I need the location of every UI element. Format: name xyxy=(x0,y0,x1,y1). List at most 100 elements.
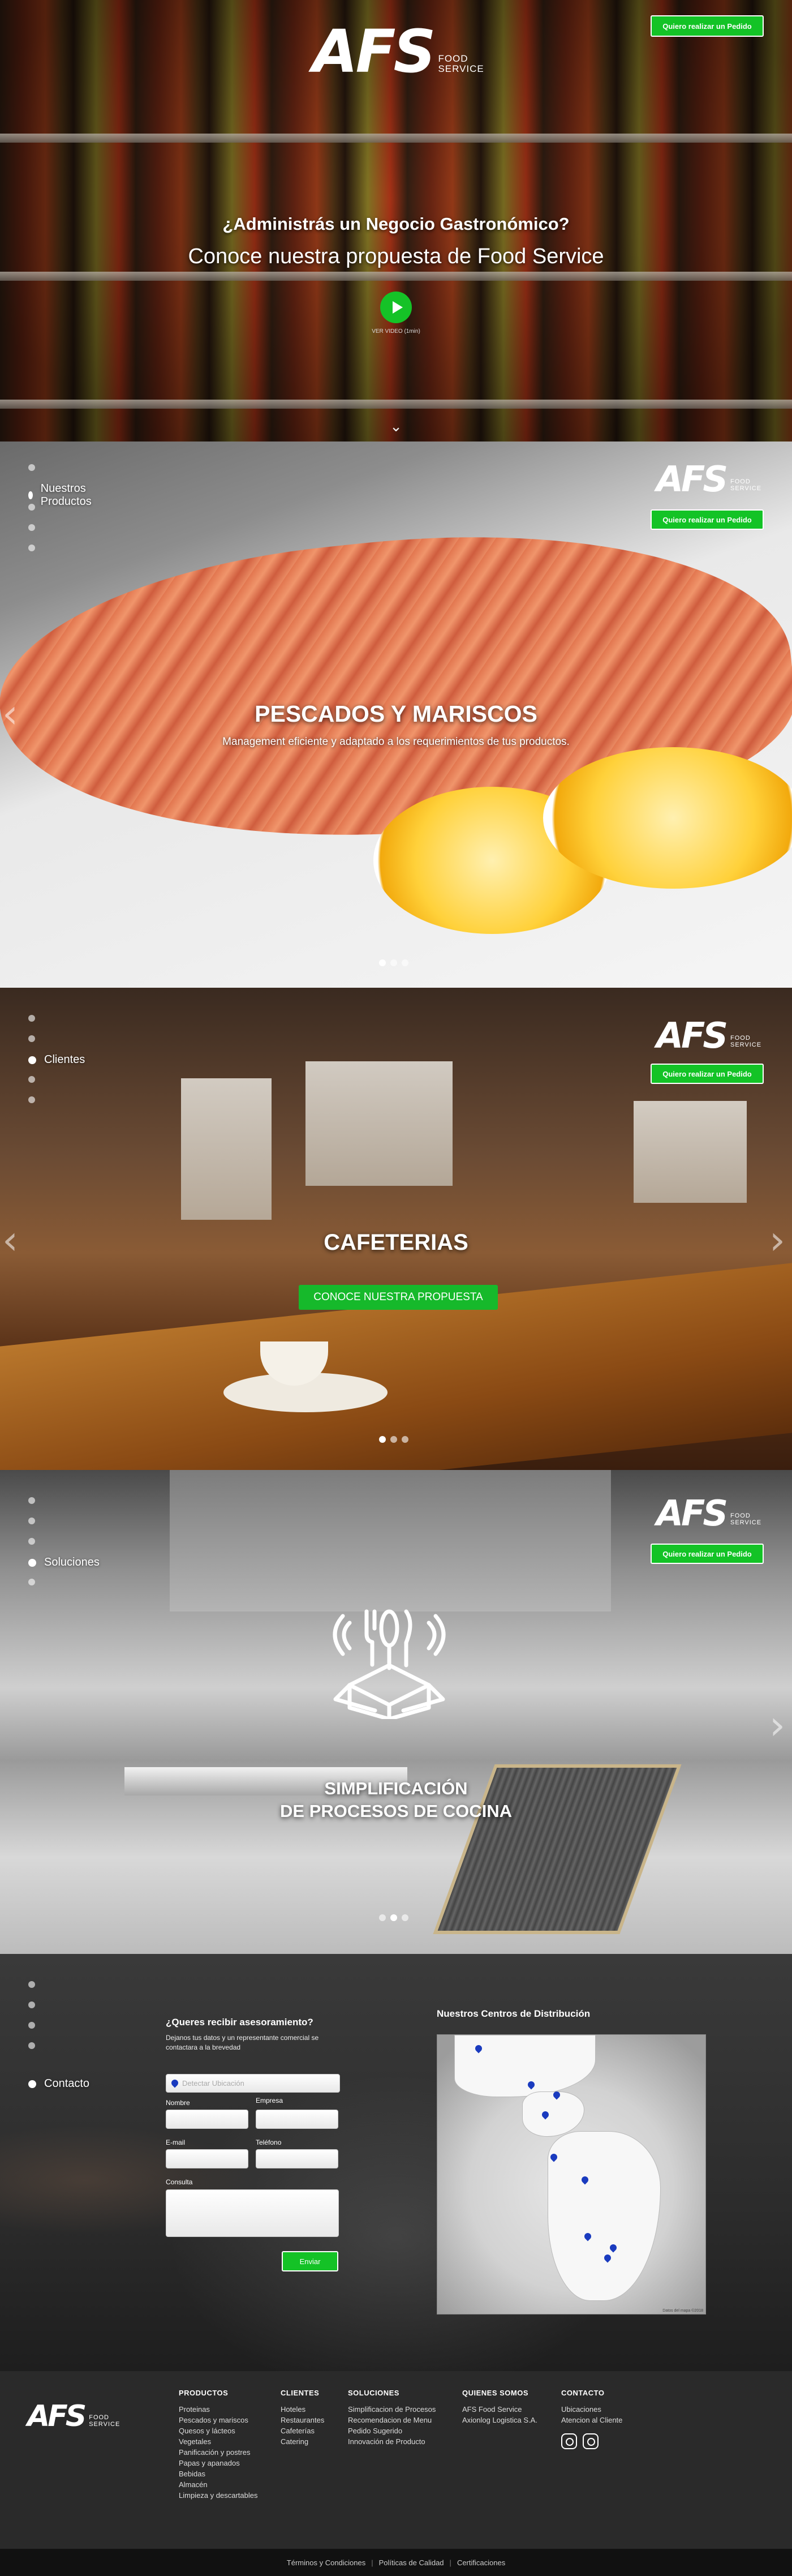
section-side-nav: Contacto xyxy=(28,1981,89,2090)
terms-link[interactable]: Términos y Condiciones xyxy=(287,2558,365,2567)
slide-pager xyxy=(379,959,408,966)
afs-logo[interactable]: AFS FOOD SERVICE xyxy=(656,1015,761,1056)
kitchen-tools-box-icon xyxy=(333,1609,446,1719)
footer-link[interactable]: Cafeterías xyxy=(281,2425,324,2436)
footer-link[interactable]: Panificación y postres xyxy=(179,2447,257,2458)
nav-dot[interactable] xyxy=(28,1497,35,1504)
instagram-icon[interactable] xyxy=(561,2433,577,2449)
footer-link[interactable]: Almacén xyxy=(179,2479,257,2490)
nav-item-contact[interactable]: Contacto xyxy=(28,2077,89,2090)
nav-item-clients[interactable]: Clientes xyxy=(28,1053,85,1066)
email-input[interactable] xyxy=(166,2149,248,2168)
chevron-left-icon[interactable]: ‹ xyxy=(2,1217,18,1263)
send-button[interactable]: Enviar xyxy=(282,2251,338,2271)
footer-link[interactable]: Proteinas xyxy=(179,2404,257,2415)
footer-link[interactable]: Catering xyxy=(281,2436,324,2447)
footer-link[interactable]: Ubicaciones xyxy=(561,2404,622,2415)
afs-logo[interactable]: AFS FOOD SERVICE xyxy=(656,458,761,500)
pager-dot[interactable] xyxy=(390,1914,397,1921)
form-description: Dejanos tus datos y un representante com… xyxy=(166,2034,319,2051)
chevron-right-icon[interactable]: › xyxy=(769,1217,785,1263)
footer-link[interactable]: Pedido Sugerido xyxy=(348,2425,436,2436)
order-button[interactable]: Quiero realizar un Pedido xyxy=(651,1064,764,1084)
footer-column-clients: CLIENTES Hoteles Restaurantes Cafeterías… xyxy=(281,2389,325,2447)
footer-link[interactable]: Recomendacion de Menu xyxy=(348,2415,436,2425)
nav-dot[interactable] xyxy=(28,1035,35,1042)
footer-link[interactable]: Axionlog Logistica S.A. xyxy=(462,2415,537,2425)
nav-dot[interactable] xyxy=(28,2022,35,2029)
view-proposal-button[interactable]: CONOCE NUESTRA PROPUESTA xyxy=(299,1285,498,1310)
footer-column-contact: CONTACTO Ubicaciones Atencion al Cliente xyxy=(561,2372,622,2449)
phone-input[interactable] xyxy=(256,2149,338,2168)
footer-link[interactable]: Restaurantes xyxy=(281,2415,324,2425)
legal-bar: Términos y Condiciones | Políticas de Ca… xyxy=(0,2549,792,2576)
products-section: Nuestros Productos AFS FOOD SERVICE Quie… xyxy=(0,442,792,988)
footer-link[interactable]: Limpieza y descartables xyxy=(179,2490,257,2501)
afs-logo[interactable]: AFS FOOD SERVICE xyxy=(27,2399,120,2433)
footer-link[interactable]: AFS Food Service xyxy=(462,2404,537,2415)
form-title: ¿Queres recibir asesoramiento? xyxy=(166,2017,313,2028)
nav-dot[interactable] xyxy=(28,1096,35,1103)
afs-logo[interactable]: AFS FOOD SERVICE xyxy=(312,17,484,86)
quality-policy-link[interactable]: Políticas de Calidad xyxy=(379,2558,444,2567)
pager-dot[interactable] xyxy=(390,959,397,966)
footer-link[interactable]: Hoteles xyxy=(281,2404,324,2415)
footer-link[interactable]: Simplificacion de Procesos xyxy=(348,2404,436,2415)
pager-dot[interactable] xyxy=(402,1436,408,1443)
pager-dot[interactable] xyxy=(379,1436,386,1443)
location-input[interactable]: Detectar Ubicación xyxy=(166,2074,340,2093)
window-image xyxy=(305,1061,453,1186)
company-input[interactable] xyxy=(256,2110,338,2129)
nav-dot[interactable] xyxy=(28,1076,35,1083)
map-land-north xyxy=(454,2035,596,2097)
section-side-nav: Soluciones xyxy=(28,1497,100,1599)
order-button[interactable]: Quiero realizar un Pedido xyxy=(651,15,764,37)
nav-dot[interactable] xyxy=(28,524,35,531)
facebook-icon[interactable] xyxy=(583,2433,599,2449)
query-textarea[interactable] xyxy=(166,2189,339,2237)
kitchen-hood-image xyxy=(170,1470,611,1611)
chevron-left-icon[interactable]: ‹ xyxy=(2,691,18,737)
slide-title-line-2: DE PROCESOS DE COCINA xyxy=(280,1801,512,1821)
footer-link[interactable]: Quesos y lácteos xyxy=(179,2425,257,2436)
pager-dot[interactable] xyxy=(379,1914,386,1921)
nav-item-solutions[interactable]: Soluciones xyxy=(28,1556,100,1569)
order-button[interactable]: Quiero realizar un Pedido xyxy=(651,1544,764,1564)
section-side-nav: Nuestros Productos xyxy=(28,464,92,565)
pager-dot[interactable] xyxy=(390,1436,397,1443)
distribution-map[interactable]: Datos del mapa ©2018 xyxy=(437,2034,706,2314)
nav-dot[interactable] xyxy=(28,1015,35,1022)
footer-link[interactable]: Atencion al Cliente xyxy=(561,2415,622,2425)
chevron-down-icon[interactable]: ⌄ xyxy=(388,418,404,435)
nav-item-products[interactable]: Nuestros Productos xyxy=(28,482,95,508)
chevron-right-icon[interactable]: › xyxy=(769,1702,785,1748)
order-button[interactable]: Quiero realizar un Pedido xyxy=(651,509,764,530)
nav-dot[interactable] xyxy=(28,1579,35,1585)
footer-link[interactable]: Bebidas xyxy=(179,2468,257,2479)
certifications-link[interactable]: Certificaciones xyxy=(457,2558,505,2567)
jar-lids-row xyxy=(0,272,792,281)
nav-dot[interactable] xyxy=(28,1981,35,1988)
footer-link[interactable]: Vegetales xyxy=(179,2436,257,2447)
footer-link[interactable]: Innovación de Producto xyxy=(348,2436,436,2447)
nav-dot[interactable] xyxy=(28,2042,35,2049)
map-title: Nuestros Centros de Distribución xyxy=(437,2008,591,2019)
phone-label: Teléfono xyxy=(256,2138,282,2146)
nav-dot[interactable] xyxy=(28,545,35,551)
nav-dot[interactable] xyxy=(28,1538,35,1545)
pager-dot[interactable] xyxy=(402,1914,408,1921)
afs-logo[interactable]: AFS FOOD SERVICE xyxy=(656,1493,761,1534)
pager-dot[interactable] xyxy=(402,959,408,966)
footer-link[interactable]: Pescados y mariscos xyxy=(179,2415,257,2425)
separator: | xyxy=(449,2558,451,2567)
solutions-section: Soluciones AFS FOOD SERVICE Quiero reali… xyxy=(0,1470,792,1954)
nav-dot[interactable] xyxy=(28,1518,35,1524)
nav-dot[interactable] xyxy=(28,2001,35,2008)
footer-link[interactable]: Papas y apanados xyxy=(179,2458,257,2468)
nav-dot[interactable] xyxy=(28,464,35,471)
pager-dot[interactable] xyxy=(379,959,386,966)
clients-section: Clientes AFS FOOD SERVICE Quiero realiza… xyxy=(0,988,792,1470)
hero-title: ¿Administrás un Negocio Gastronómico? xyxy=(222,214,570,234)
name-input[interactable] xyxy=(166,2110,248,2129)
play-video-button[interactable] xyxy=(380,292,412,323)
